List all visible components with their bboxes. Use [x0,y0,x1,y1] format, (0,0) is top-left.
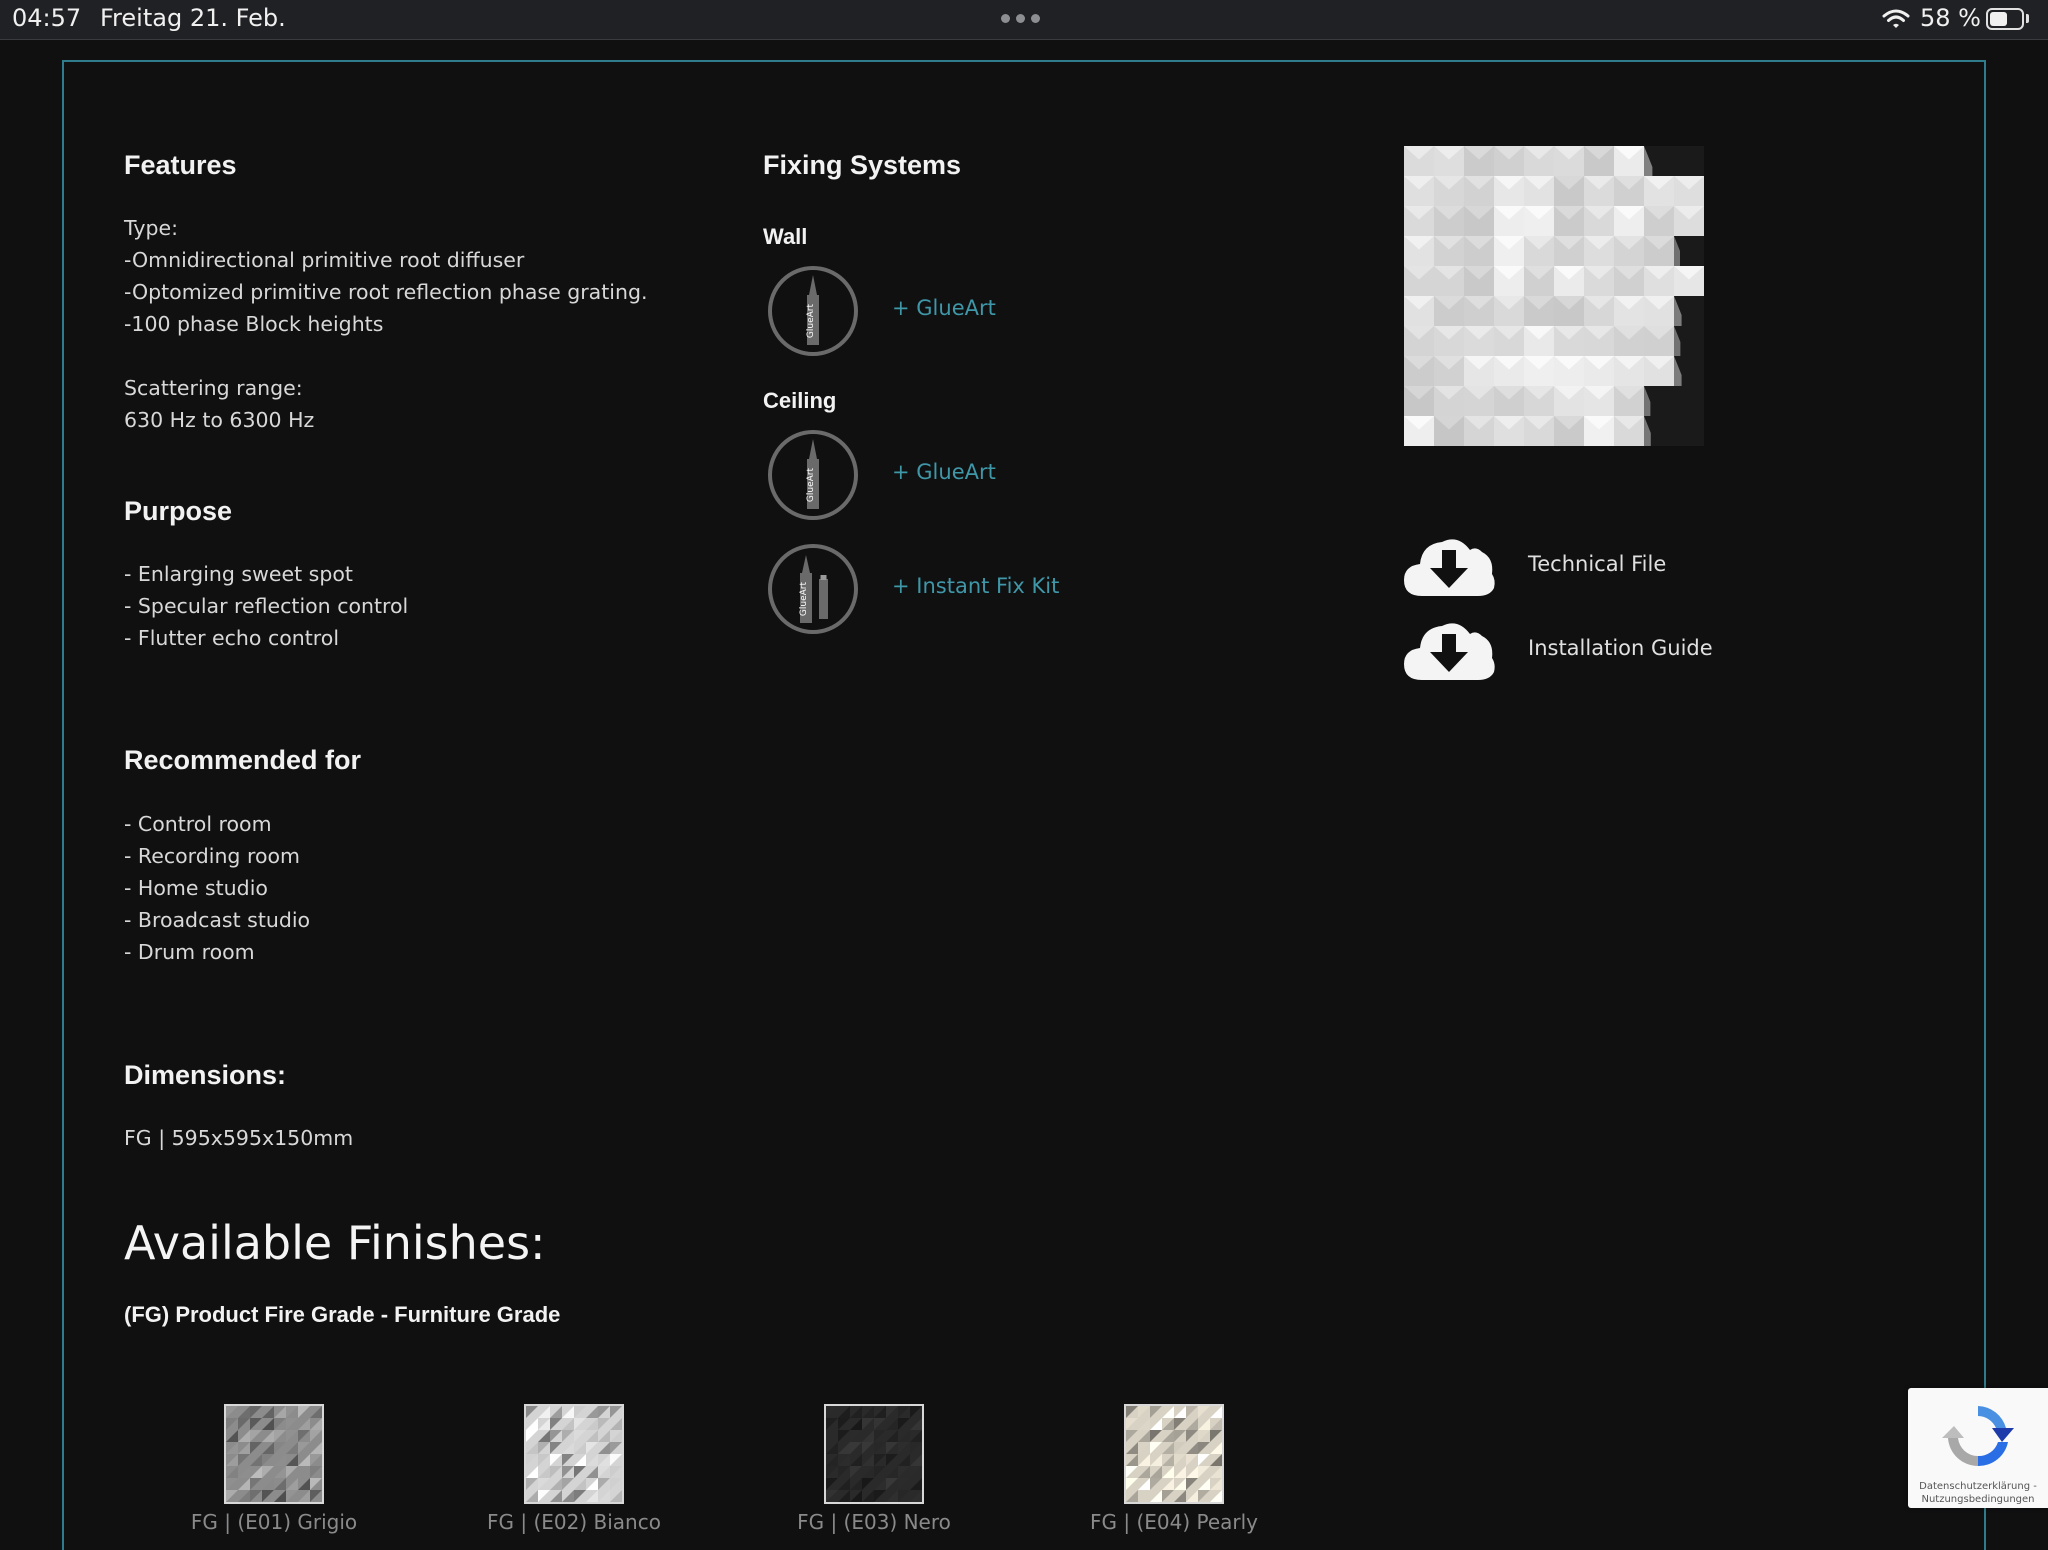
features-line: -Omnidirectional primitive root diffuser [124,248,525,272]
purpose-line: - Specular reflection control [124,594,409,618]
recommended-list: - Control room - Recording room - Home s… [124,808,310,968]
wifi-icon [1882,9,1910,28]
dimensions-title: Dimensions: [124,1060,287,1090]
finish-swatch-pearly[interactable] [1124,1404,1224,1504]
finish-label[interactable]: FG | (E03) Nero [744,1510,1004,1534]
finish-label[interactable]: FG | (E01) Grigio [144,1510,404,1534]
recaptcha-links[interactable]: Datenschutzerklärung - Nutzungsbedingung… [1908,1480,2048,1506]
recommended-line: - Drum room [124,940,255,964]
recaptcha-badge[interactable]: Datenschutzerklärung - Nutzungsbedingung… [1908,1388,2048,1508]
ceiling-glueart-link[interactable]: + GlueArt [892,460,996,484]
purpose-list: - Enlarging sweet spot - Specular reflec… [124,558,408,654]
features-line: Scattering range: [124,376,303,400]
glueart-tube-icon[interactable]: GlueArt [767,265,859,357]
features-spacer [124,340,647,372]
recommended-title: Recommended for [124,745,362,775]
finishes-subheading: (FG) Product Fire Grade - Furniture Grad… [124,1302,561,1327]
battery-icon [1986,8,2024,30]
glueart-icon-text: GlueArt [806,467,816,502]
features-line: Type: [124,216,178,240]
finish-label[interactable]: FG | (E04) Pearly [1044,1510,1304,1534]
glueart-tube-icon[interactable]: GlueArt [767,429,859,521]
purpose-line: - Flutter echo control [124,626,340,650]
status-date: Freitag 21. Feb. [100,4,286,32]
features-line: -100 phase Block heights [124,312,384,336]
battery-tip [2026,14,2029,23]
features-line: 630 Hz to 6300 Hz [124,408,315,432]
fixing-systems-title: Fixing Systems [763,150,962,180]
product-image [1404,146,1704,446]
recaptcha-icon [1942,1406,2014,1467]
instant-fix-kit-icon[interactable]: GlueArt [767,543,859,635]
finish-swatch-bianco[interactable] [524,1404,624,1504]
finish-pattern [826,1406,922,1502]
battery-percentage: 58 % [1920,4,1981,32]
cloud-download-icon[interactable] [1402,530,1496,600]
purpose-line: - Enlarging sweet spot [124,562,353,586]
finish-pattern [1126,1406,1222,1502]
wall-glueart-link[interactable]: + GlueArt [892,296,996,320]
installation-guide-link[interactable]: Installation Guide [1528,636,1713,660]
wall-label: Wall [763,224,808,249]
technical-file-link[interactable]: Technical File [1528,552,1666,576]
finish-swatch-grigio[interactable] [224,1404,324,1504]
terms-link[interactable]: Nutzungsbedingungen [1908,1493,2048,1506]
features-line: -Optomized primitive root reflection pha… [124,280,648,304]
recommended-line: - Recording room [124,844,300,868]
finish-pattern [226,1406,322,1502]
recommended-line: - Broadcast studio [124,908,311,932]
finishes-heading: Available Finishes: [124,1216,546,1270]
recommended-line: - Control room [124,812,272,836]
multitask-dots-icon[interactable] [1001,14,1040,23]
recommended-line: - Home studio [124,876,268,900]
finish-swatch-nero[interactable] [824,1404,924,1504]
ceiling-label: Ceiling [763,388,837,413]
features-list: Type: -Omnidirectional primitive root di… [124,212,647,436]
glueart-icon-text: GlueArt [806,303,816,338]
dimensions-value: FG | 595x595x150mm [124,1126,354,1150]
status-time: 04:57 [12,4,82,32]
glueart-icon-text: GlueArt [799,581,809,616]
privacy-link[interactable]: Datenschutzerklärung - [1908,1480,2048,1493]
ceiling-instant-fix-kit-link[interactable]: + Instant Fix Kit [892,574,1059,598]
purpose-title: Purpose [124,496,233,526]
cloud-download-icon[interactable] [1402,614,1496,684]
finish-label[interactable]: FG | (E02) Bianco [444,1510,704,1534]
status-bar: 04:57 Freitag 21. Feb. 58 % [0,0,2048,40]
dimensions-value-wrap: FG | 595x595x150mm [124,1122,353,1154]
finish-pattern [526,1406,622,1502]
features-title: Features [124,150,237,180]
battery-level [1990,12,2008,26]
